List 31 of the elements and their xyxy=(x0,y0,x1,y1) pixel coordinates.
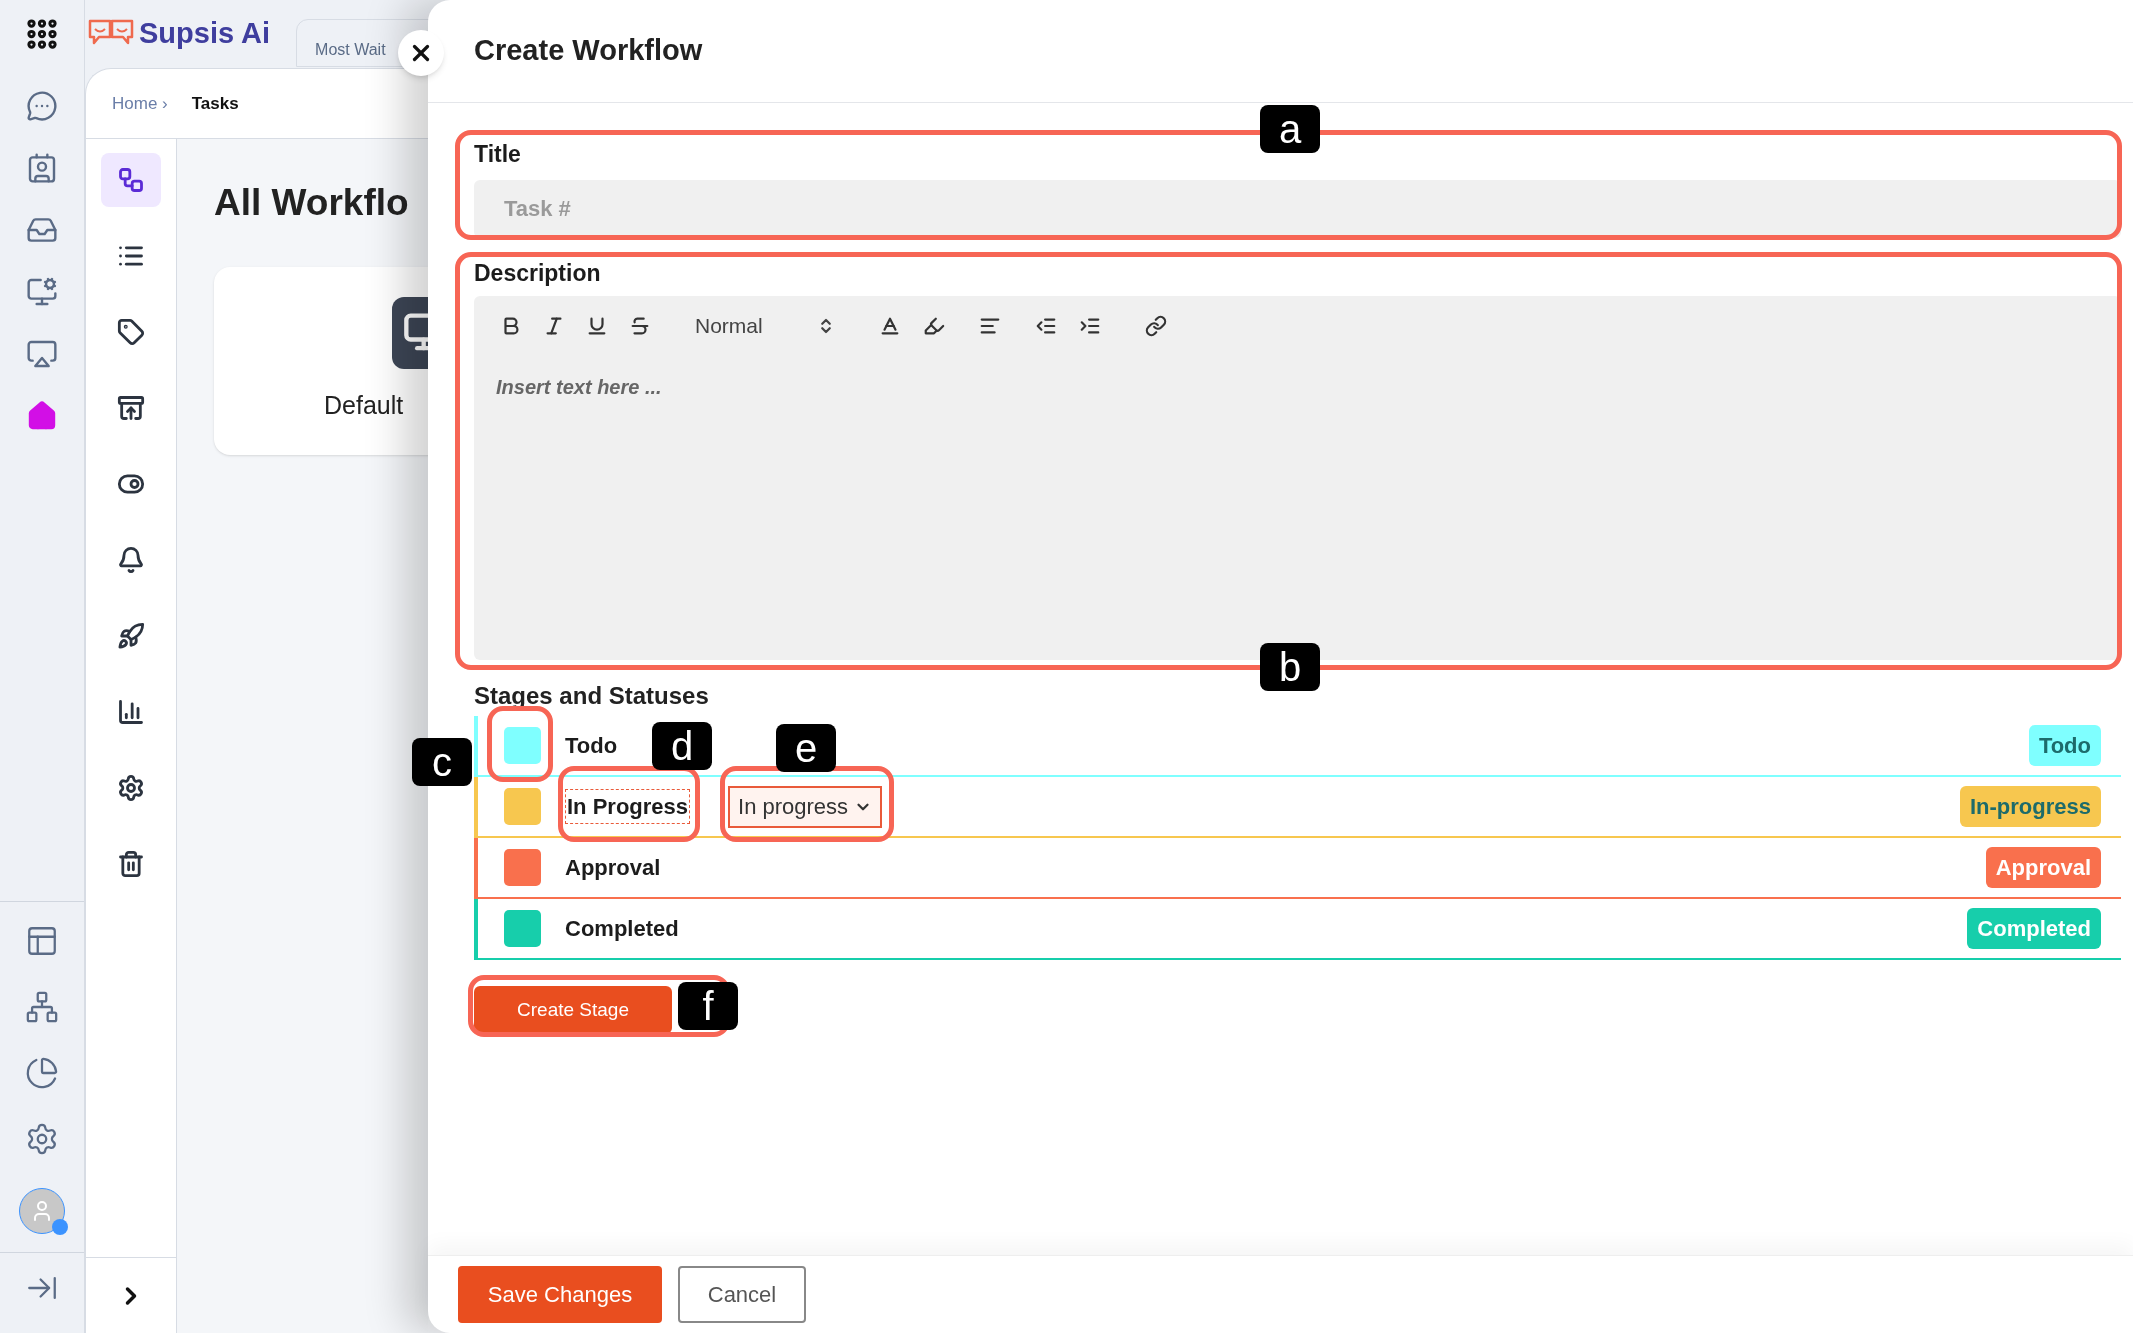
save-button[interactable]: Save Changes xyxy=(458,1266,662,1323)
status-badge: Todo xyxy=(2028,725,2101,766)
callout-label: e xyxy=(776,724,836,772)
callout-label: f xyxy=(678,982,738,1030)
status-badge: Approval xyxy=(1985,847,2101,888)
cancel-button[interactable]: Cancel xyxy=(678,1266,806,1323)
section-heading: Stages and Statuses xyxy=(474,681,710,711)
field-label: Title xyxy=(474,140,522,169)
stage-name[interactable]: In Progress xyxy=(565,789,691,824)
heading-select[interactable]: Normal xyxy=(695,310,835,342)
card-label: Default xyxy=(324,389,404,421)
create-stage-button[interactable]: Create Stage xyxy=(474,986,672,1034)
stage-name[interactable]: Completed xyxy=(565,912,679,945)
title-input[interactable]: Task # xyxy=(474,179,2121,238)
status-badge: Completed xyxy=(1967,908,2101,949)
stage-row[interactable]: Completed Completed xyxy=(474,899,2121,960)
breadcrumb-link[interactable]: Tasks xyxy=(191,90,239,117)
stage-row[interactable]: In Progress In progress In-progress xyxy=(474,777,2121,838)
stage-name[interactable]: Todo xyxy=(565,729,618,762)
callout-label: c xyxy=(412,738,472,786)
status-select[interactable]: In progress xyxy=(728,785,883,828)
drawer-title: Create Workflow xyxy=(474,33,703,69)
callout-label: b xyxy=(1260,643,1320,691)
status-badge: In-progress xyxy=(1959,786,2101,827)
breadcrumb-link[interactable]: Home › xyxy=(112,90,168,117)
callout-label: d xyxy=(652,722,712,770)
stage-name[interactable]: Approval xyxy=(565,851,661,884)
app-name: Supsis Ai xyxy=(139,16,271,52)
stage-row[interactable]: Approval Approval xyxy=(474,838,2121,899)
callout-label: a xyxy=(1260,105,1320,153)
page-title: All Workflo xyxy=(214,181,409,225)
